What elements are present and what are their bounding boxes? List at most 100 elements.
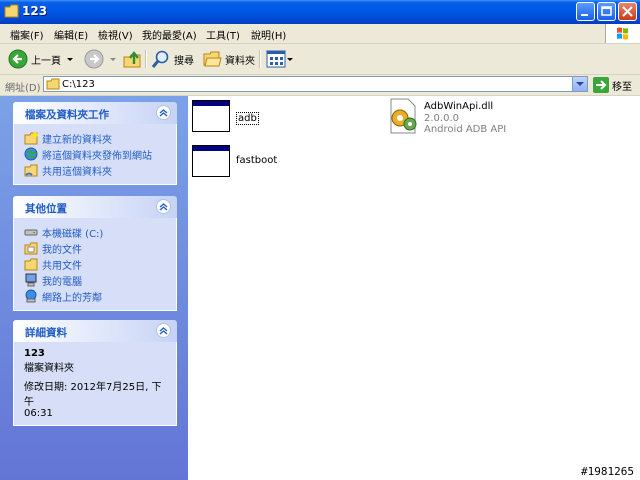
search-label: 搜尋 — [174, 55, 194, 67]
toolbar-separator — [259, 50, 261, 68]
address-label: 網址(D) — [5, 83, 41, 94]
place-label: 我的文件 — [42, 244, 82, 256]
chevron-down-icon — [576, 82, 584, 86]
back-arrow-icon — [8, 49, 28, 69]
new-folder-icon — [24, 132, 38, 145]
hard-drive-icon — [24, 229, 38, 236]
collapse-icon[interactable] — [156, 323, 171, 338]
toolbar: 上一頁 搜尋 資料夾 — [0, 44, 640, 75]
collapse-icon[interactable] — [156, 199, 171, 214]
go-arrow-icon — [593, 77, 609, 93]
task-new-folder[interactable]: 建立新的資料夾 — [14, 130, 176, 146]
file-list-pane[interactable]: adb fastboot AdbWinApi.dll 2.0.0.0 Andro… — [188, 96, 640, 480]
panel-header[interactable]: 檔案及資料夾工作 — [13, 102, 177, 124]
collapse-icon[interactable] — [156, 105, 171, 120]
place-label: 我的電腦 — [42, 276, 82, 288]
file-version: 2.0.0.0 — [424, 113, 459, 124]
back-dropdown-icon — [67, 58, 73, 61]
detail-modified-time: 06:31 — [24, 408, 53, 419]
other-places-panel: 其他位置 本機磁碟 (C:) 我的文件 共用文件 我的電腦 網路上的芳鄰 — [13, 196, 177, 311]
task-label: 將這個資料夾發佈到網站 — [42, 150, 152, 162]
forward-button[interactable] — [84, 48, 118, 70]
close-icon — [622, 6, 633, 17]
globe-icon — [24, 147, 38, 161]
go-label: 移至 — [612, 81, 632, 93]
menu-file[interactable]: 檔案(F) — [10, 27, 44, 42]
forward-arrow-icon — [84, 49, 104, 69]
views-grid-icon — [266, 50, 286, 68]
views-dropdown-icon — [287, 58, 293, 61]
window-app-icon — [192, 100, 230, 132]
windows-logo-icon — [605, 24, 640, 43]
menu-help[interactable]: 說明(H) — [251, 27, 286, 42]
place-my-computer[interactable]: 我的電腦 — [14, 272, 176, 288]
shared-folder-icon — [24, 164, 38, 177]
details-panel: 詳細資料 123 檔案資料夾 修改日期: 2012年7月25日, 下午 06:3… — [13, 320, 177, 426]
title-bar[interactable]: 123 — [0, 0, 640, 25]
panel-header[interactable]: 詳細資料 — [13, 320, 177, 342]
place-label: 本機磁碟 (C:) — [42, 228, 104, 240]
task-label: 建立新的資料夾 — [42, 134, 112, 146]
file-description: Android ADB API — [424, 124, 507, 135]
menu-favorites[interactable]: 我的最愛(A) — [142, 27, 197, 42]
address-path: C:\123 — [62, 79, 95, 90]
explorer-window: 123 檔案(F) 編輯(E) 檢視(V) 我的最愛(A) 工具(T) 說明(H… — [0, 0, 640, 480]
watermark-text: #1981265 — [581, 465, 634, 478]
dll-gear-icon — [390, 98, 417, 134]
maximize-button[interactable] — [597, 2, 616, 21]
documents-folder-icon — [24, 242, 38, 255]
task-label: 共用這個資料夾 — [42, 166, 112, 178]
panel-title: 其他位置 — [25, 203, 67, 215]
file-item-adbwinapi[interactable]: AdbWinApi.dll 2.0.0.0 Android ADB API — [386, 98, 586, 138]
views-button[interactable] — [266, 48, 294, 70]
folders-button[interactable]: 資料夾 — [202, 48, 255, 70]
panel-header[interactable]: 其他位置 — [13, 196, 177, 218]
folder-icon — [4, 4, 19, 18]
folders-label: 資料夾 — [225, 55, 255, 67]
close-button[interactable] — [618, 2, 637, 21]
folders-icon — [203, 51, 222, 67]
file-name: adb — [236, 112, 259, 125]
toolbar-separator — [145, 50, 147, 68]
file-item-fastboot[interactable]: fastboot — [192, 145, 342, 185]
place-label: 共用文件 — [42, 260, 82, 272]
address-field[interactable]: C:\123 — [43, 76, 588, 92]
network-globe-icon — [25, 289, 37, 303]
task-share-folder[interactable]: 共用這個資料夾 — [14, 162, 176, 178]
up-folder-button[interactable] — [122, 48, 142, 70]
details-body: 123 檔案資料夾 修改日期: 2012年7月25日, 下午 06:31 — [13, 342, 177, 426]
maximize-icon — [601, 6, 612, 16]
place-network[interactable]: 網路上的芳鄰 — [14, 288, 176, 304]
file-name: AdbWinApi.dll — [424, 101, 494, 112]
back-label: 上一頁 — [31, 55, 61, 67]
minimize-button[interactable] — [576, 2, 595, 21]
file-folder-tasks-panel: 檔案及資料夾工作 建立新的資料夾 將這個資料夾發佈到網站 共用這個資料夾 — [13, 102, 177, 185]
shared-documents-icon — [24, 258, 38, 271]
search-icon — [151, 50, 169, 68]
window-app-icon — [192, 145, 230, 177]
back-button[interactable]: 上一頁 — [8, 48, 75, 70]
address-dropdown-button[interactable] — [572, 77, 587, 91]
menu-view[interactable]: 檢視(V) — [98, 27, 133, 42]
address-bar: 網址(D) C:\123 移至 — [0, 75, 640, 96]
place-local-disk[interactable]: 本機磁碟 (C:) — [14, 224, 176, 240]
search-button[interactable]: 搜尋 — [151, 48, 194, 70]
window-title: 123 — [22, 4, 48, 18]
detail-modified: 修改日期: 2012年7月25日, 下午 — [24, 382, 162, 408]
panel-title: 檔案及資料夾工作 — [25, 109, 109, 121]
folder-icon — [46, 78, 60, 90]
panel-title: 詳細資料 — [25, 327, 67, 339]
menu-edit[interactable]: 編輯(E) — [54, 27, 88, 42]
detail-type: 檔案資料夾 — [24, 363, 74, 374]
menu-tools[interactable]: 工具(T) — [206, 27, 240, 42]
detail-name: 123 — [24, 348, 45, 359]
computer-icon — [25, 273, 37, 287]
menu-bar: 檔案(F) 編輯(E) 檢視(V) 我的最愛(A) 工具(T) 說明(H) — [0, 24, 640, 44]
place-shared-documents[interactable]: 共用文件 — [14, 256, 176, 272]
go-button[interactable]: 移至 — [593, 77, 632, 93]
task-pane: 檔案及資料夾工作 建立新的資料夾 將這個資料夾發佈到網站 共用這個資料夾 其他位… — [0, 96, 188, 480]
forward-dropdown-icon — [110, 58, 116, 61]
task-publish-web[interactable]: 將這個資料夾發佈到網站 — [14, 146, 176, 162]
place-my-documents[interactable]: 我的文件 — [14, 240, 176, 256]
file-item-adb[interactable]: adb — [192, 100, 342, 140]
